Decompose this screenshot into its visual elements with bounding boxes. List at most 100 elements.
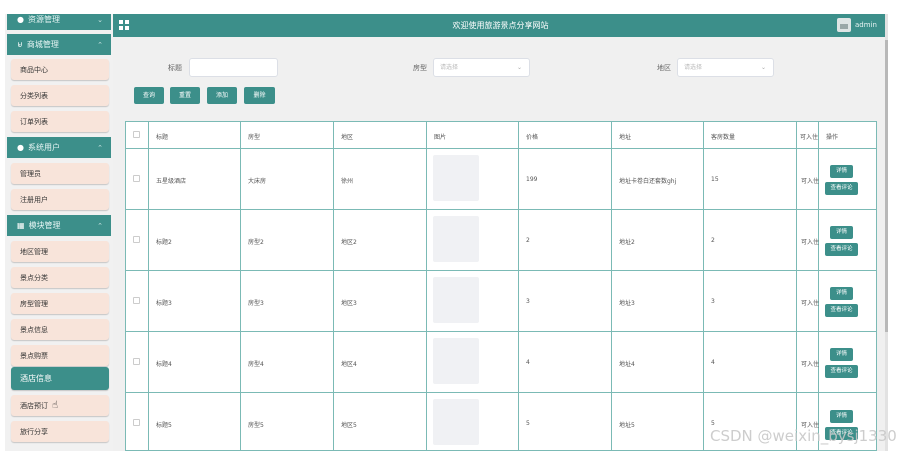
- region-select[interactable]: 请选择 ⌄: [677, 58, 774, 77]
- cell-room-count: 3: [711, 298, 715, 305]
- site-title: 欢迎使用旅游景点分享网站: [452, 21, 549, 30]
- cell-price: 4: [526, 359, 530, 366]
- sidebar-group-modules[interactable]: ▦ 模块管理 ⌃: [7, 215, 111, 236]
- column-header-room-count[interactable]: 客房数量: [711, 132, 735, 141]
- detail-button[interactable]: 详情: [830, 287, 853, 300]
- title-input[interactable]: [189, 58, 278, 77]
- column-header-price[interactable]: 价格: [526, 132, 538, 141]
- column-header-actions: 操作: [826, 134, 839, 141]
- grid-icon: ▦: [17, 221, 25, 230]
- cell-region: 地区2: [341, 239, 357, 246]
- sidebar-item-scenic-tickets[interactable]: 景点购票: [11, 345, 109, 366]
- top-header: 欢迎使用旅游景点分享网站 admin: [113, 14, 888, 37]
- sidebar-item-hotel-info[interactable]: 酒店信息: [11, 367, 109, 390]
- select-all-checkbox[interactable]: [133, 131, 140, 138]
- column-header-address[interactable]: 地址: [619, 132, 631, 141]
- row-checkbox[interactable]: [133, 236, 140, 243]
- cell-room-count: 15: [711, 176, 719, 183]
- chevron-up-icon: ⌃: [97, 40, 103, 49]
- cell-availability: 可入住: [801, 361, 820, 368]
- chevron-up-icon: ⌃: [97, 143, 103, 152]
- cart-icon: ⊌: [17, 40, 23, 49]
- cell-availability: 可入住: [801, 300, 820, 307]
- hotel-table: 标题 房型 地区 图片 价格 地址 客房数量 可入住 操作 五星级酒店 大床房 …: [125, 121, 877, 451]
- detail-button[interactable]: 详情: [830, 410, 853, 423]
- current-user-name[interactable]: admin: [855, 21, 877, 29]
- watermark: CSDN @weixin_bysj1330: [710, 427, 897, 445]
- app-window: ● 资源管理 ⌄ ⊌ 商城管理 ⌃ 商品中心 分类列表 订单列表 ● 系统用户 …: [0, 0, 911, 451]
- row-checkbox[interactable]: [133, 297, 140, 304]
- room-type-placeholder: 请选择: [440, 64, 459, 71]
- cell-address: 地址卡卷白还套数ghj: [619, 178, 677, 185]
- sidebar-group-label: 模块管理: [28, 221, 61, 230]
- sidebar-item-travel-share[interactable]: 旅行分享: [11, 421, 109, 442]
- sidebar-item-order-list[interactable]: 订单列表: [11, 111, 109, 132]
- cell-room: 大床房: [248, 178, 267, 185]
- chevron-down-icon: ⌄: [760, 64, 766, 71]
- column-header-region[interactable]: 地区: [341, 132, 353, 141]
- scrollbar-thumb[interactable]: [885, 40, 888, 332]
- sidebar: ● 资源管理 ⌄ ⊌ 商城管理 ⌃ 商品中心 分类列表 订单列表 ● 系统用户 …: [5, 14, 113, 451]
- avatar[interactable]: [837, 18, 851, 32]
- view-reviews-button[interactable]: 查看评论: [825, 243, 858, 256]
- sidebar-item-room-type-mgmt[interactable]: 房型管理: [11, 293, 109, 314]
- cell-region: 地区5: [341, 422, 357, 429]
- query-button[interactable]: 查询: [134, 87, 164, 104]
- sidebar-group-system-users[interactable]: ● 系统用户 ⌃: [7, 137, 111, 158]
- cell-address: 地址5: [619, 422, 635, 429]
- sidebar-item-category-list[interactable]: 分类列表: [11, 85, 109, 106]
- cell-address: 地址3: [619, 300, 635, 307]
- user-icon: ●: [17, 143, 24, 152]
- view-reviews-button[interactable]: 查看评论: [825, 304, 858, 317]
- cell-address: 地址2: [619, 239, 635, 246]
- sidebar-item-admin[interactable]: 管理员: [11, 163, 109, 184]
- cell-title: 标题3: [156, 300, 172, 307]
- column-header-availability[interactable]: 可入住: [800, 132, 818, 141]
- sidebar-item-goods-center[interactable]: 商品中心: [11, 59, 109, 80]
- room-type-select[interactable]: 请选择 ⌄: [433, 58, 530, 77]
- vertical-scrollbar[interactable]: [885, 14, 888, 451]
- row-checkbox[interactable]: [133, 419, 140, 426]
- column-header-room[interactable]: 房型: [248, 132, 260, 141]
- cell-availability: 可入住: [801, 239, 820, 246]
- sidebar-item-region-mgmt[interactable]: 地区管理: [11, 241, 109, 262]
- sidebar-item-hotel-booking[interactable]: 酒店预订 ☝: [11, 395, 109, 416]
- cell-room: 房型5: [248, 422, 264, 429]
- reset-button[interactable]: 重置: [170, 87, 200, 104]
- row-checkbox[interactable]: [133, 175, 140, 182]
- view-reviews-button[interactable]: 查看评论: [825, 365, 858, 378]
- cell-title: 标题4: [156, 361, 172, 368]
- cell-region: 地区4: [341, 361, 357, 368]
- sidebar-group-label: 商城管理: [26, 40, 59, 49]
- region-label: 地区: [657, 64, 671, 72]
- detail-button[interactable]: 详情: [830, 226, 853, 239]
- chevron-down-icon: ⌄: [97, 15, 103, 24]
- sidebar-item-scenic-category[interactable]: 景点分类: [11, 267, 109, 288]
- hotel-image: [433, 277, 479, 323]
- cell-price: 3: [526, 298, 530, 305]
- column-header-image[interactable]: 图片: [434, 132, 446, 141]
- sidebar-item-label: 酒店预订: [20, 401, 48, 410]
- detail-button[interactable]: 详情: [830, 165, 853, 178]
- chevron-up-icon: ⌃: [97, 221, 103, 230]
- cell-availability: 可入住: [801, 178, 820, 185]
- cell-room: 房型2: [248, 239, 264, 246]
- row-checkbox[interactable]: [133, 358, 140, 365]
- sidebar-item-registered-users[interactable]: 注册用户: [11, 189, 109, 210]
- sidebar-group-resource[interactable]: ● 资源管理 ⌄: [7, 14, 111, 30]
- admin-frame: ● 资源管理 ⌄ ⊌ 商城管理 ⌃ 商品中心 分类列表 订单列表 ● 系统用户 …: [5, 14, 888, 451]
- view-reviews-button[interactable]: 查看评论: [825, 182, 858, 195]
- cell-address: 地址4: [619, 361, 635, 368]
- column-header-title[interactable]: 标题: [156, 132, 168, 141]
- detail-button[interactable]: 详情: [830, 348, 853, 361]
- cell-room: 房型3: [248, 300, 264, 307]
- hotel-image: [433, 155, 479, 201]
- location-pin-icon: ●: [17, 15, 24, 24]
- sidebar-item-scenic-info[interactable]: 景点信息: [11, 319, 109, 340]
- cell-region: 地区3: [341, 300, 357, 307]
- add-button[interactable]: 添加: [207, 87, 237, 104]
- cell-price: 2: [526, 237, 530, 244]
- delete-button[interactable]: 删除: [244, 87, 275, 104]
- cell-title: 五星级酒店: [156, 178, 187, 185]
- sidebar-group-mall[interactable]: ⊌ 商城管理 ⌃: [7, 34, 111, 55]
